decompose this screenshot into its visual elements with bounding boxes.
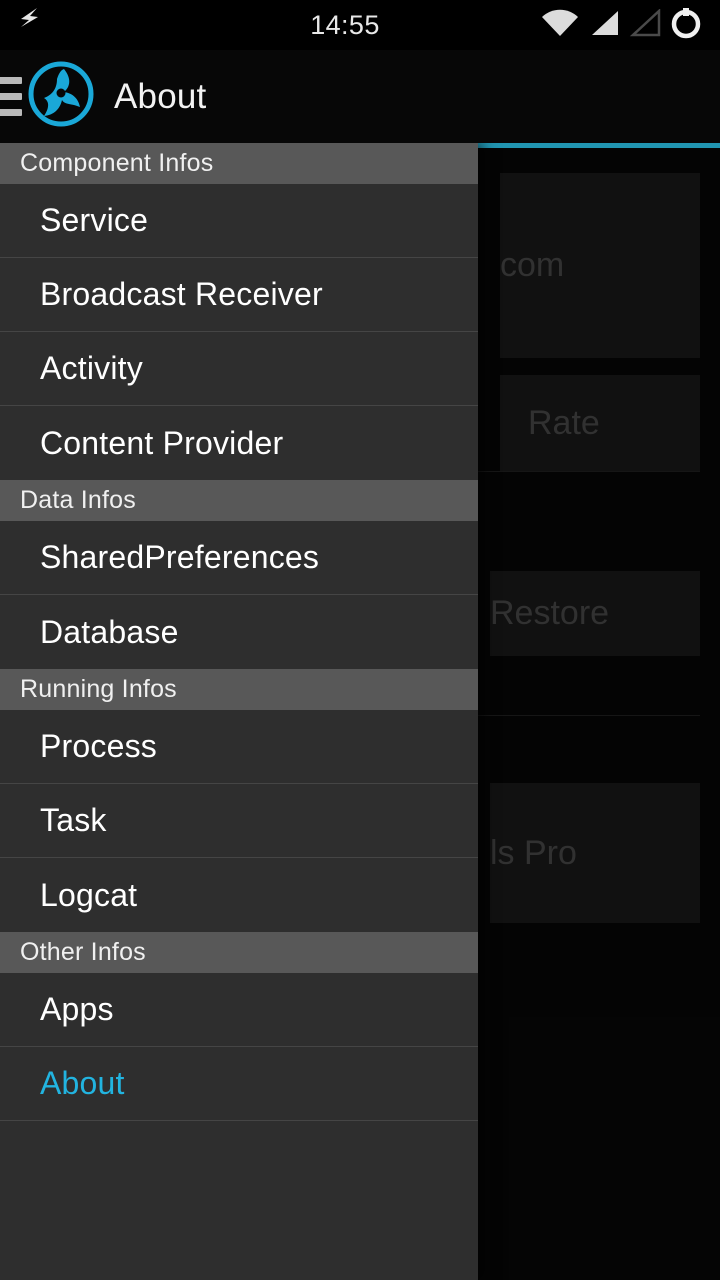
page-title: About: [114, 76, 207, 116]
background-card[interactable]: Rate: [500, 375, 700, 472]
wifi-icon: [541, 9, 579, 42]
background-card[interactable]: ls Pro: [490, 783, 700, 923]
nav-item-label: Service: [40, 202, 149, 238]
status-bar: 14:55: [0, 0, 720, 50]
phone-screen: com Rate Restore ls Pro Component Infos …: [0, 0, 720, 1280]
background-card[interactable]: com: [500, 173, 700, 358]
nav-item-label: Task: [40, 802, 107, 838]
battery-icon: [670, 6, 702, 45]
nav-section-header-other-infos: Other Infos: [0, 932, 478, 973]
background-divider: [478, 715, 700, 716]
nav-item-process[interactable]: Process: [0, 710, 478, 784]
nav-item-label: About: [40, 1065, 125, 1101]
background-card-label: Restore: [490, 594, 610, 632]
nav-item-label: Activity: [40, 350, 143, 386]
nav-section-label: Component Infos: [20, 149, 214, 177]
nav-item-database[interactable]: Database: [0, 595, 478, 669]
nav-section-label: Running Infos: [20, 675, 177, 703]
status-bar-left: [0, 6, 180, 45]
nav-item-activity[interactable]: Activity: [0, 332, 478, 406]
nav-item-sharedpreferences[interactable]: SharedPreferences: [0, 521, 478, 595]
nav-section-header-running-infos: Running Infos: [0, 669, 478, 710]
background-divider: [478, 471, 700, 472]
nav-item-about[interactable]: About: [0, 1047, 478, 1121]
status-clock: 14:55: [310, 9, 380, 40]
signal-sim1-icon: [588, 9, 620, 42]
nav-item-label: Broadcast Receiver: [40, 276, 323, 312]
nav-item-label: Apps: [40, 991, 114, 1027]
background-card-label: Rate: [528, 404, 600, 442]
nav-item-label: Process: [40, 728, 157, 764]
background-card-label: com: [500, 246, 565, 284]
app-logo-pinwheel-icon[interactable]: [24, 57, 98, 136]
nav-section-label: Other Infos: [20, 938, 146, 966]
drawer-empty-space: [0, 1121, 478, 1278]
nav-item-task[interactable]: Task: [0, 784, 478, 858]
nav-item-apps[interactable]: Apps: [0, 973, 478, 1047]
status-bar-right: [510, 6, 720, 45]
nav-item-content-provider[interactable]: Content Provider: [0, 406, 478, 480]
nav-item-label: Content Provider: [40, 424, 284, 461]
navigation-drawer: Component Infos Service Broadcast Receiv…: [0, 143, 478, 1280]
nav-item-label: Database: [40, 613, 179, 650]
nav-item-label: SharedPreferences: [40, 539, 320, 575]
action-bar: About: [0, 50, 720, 143]
background-card-label: ls Pro: [490, 833, 577, 872]
nav-section-header-data-infos: Data Infos: [0, 480, 478, 521]
hamburger-menu-icon[interactable]: [0, 77, 22, 116]
background-card[interactable]: Restore: [490, 571, 700, 656]
nav-item-service[interactable]: Service: [0, 184, 478, 258]
nav-item-logcat[interactable]: Logcat: [0, 858, 478, 932]
nav-section-header-component-infos: Component Infos: [0, 143, 478, 184]
nav-item-broadcast-receiver[interactable]: Broadcast Receiver: [0, 258, 478, 332]
signal-sim2-icon: [629, 7, 661, 42]
nav-section-label: Data Infos: [20, 486, 136, 514]
status-bar-center: 14:55: [180, 10, 510, 41]
lightning-bolt-icon: [18, 6, 44, 45]
nav-item-label: Logcat: [40, 876, 138, 913]
